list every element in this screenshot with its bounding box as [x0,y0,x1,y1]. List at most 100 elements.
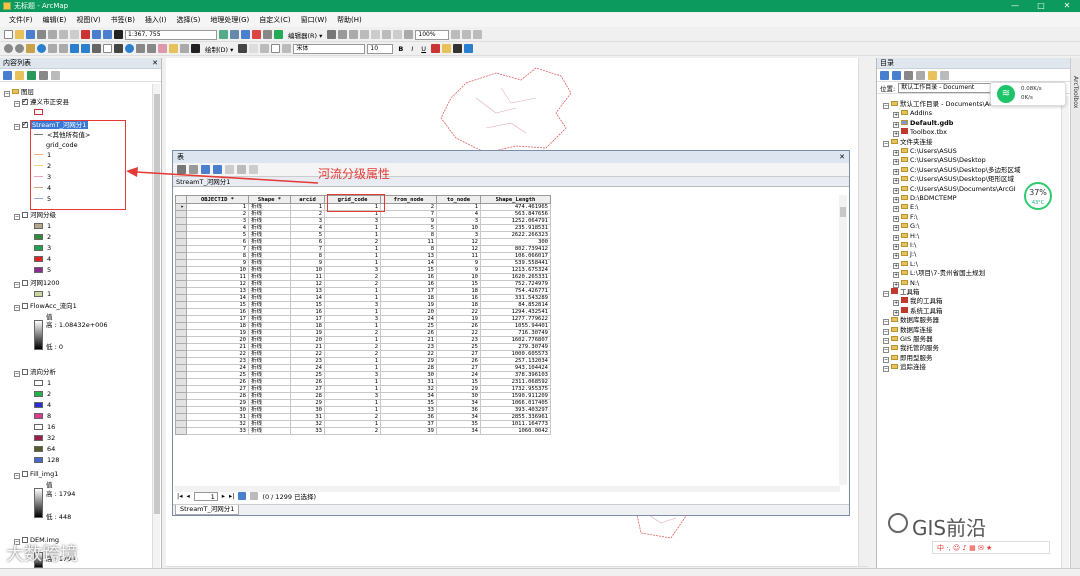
catalog-tree-item[interactable]: − 即用型服务 [883,354,933,363]
edit-tool-icon[interactable] [327,30,337,39]
row-selector[interactable]: ▸ [175,203,187,211]
table-cell[interactable]: 33 [380,406,437,414]
table-row[interactable]: 17 折线 17 3 24 19 1277.779622 [175,315,551,323]
table-cell[interactable]: 19 [186,329,249,337]
table-cell[interactable]: 1 [324,378,381,386]
row-selector[interactable] [175,273,187,281]
layout-tool-2-icon[interactable] [462,30,472,39]
table-cell[interactable]: 20 [380,308,437,316]
table-row[interactable]: 4 折线 4 1 5 10 235.918531 [175,224,551,232]
table-cell[interactable]: 378.396103 [480,371,551,379]
text-tool-icon[interactable] [271,44,281,53]
expand-icon[interactable]: − [883,319,889,326]
menu-windows[interactable]: 窗口(W) [296,15,332,25]
line-color-icon[interactable] [453,44,463,53]
home-icon[interactable] [916,70,925,80]
table-cell[interactable]: 15 [186,301,249,309]
ime-toolbar[interactable]: 中 ·, ☺ ♪ ▦ ✉ ★ [932,541,1050,554]
back-icon[interactable] [880,70,889,80]
fixed-zoom-in-icon[interactable] [48,44,57,53]
expand-icon[interactable]: + [893,121,899,128]
table-cell[interactable]: 15 [436,280,481,288]
draw-menu[interactable]: 绘制(D) ▾ [202,44,236,54]
table-row[interactable]: 21 折线 21 2 23 25 279.30749 [175,343,551,351]
table-cell[interactable]: 1252.064791 [480,217,551,225]
table-cell[interactable]: 1 [324,357,381,365]
col-to-node[interactable]: to_node [436,195,481,204]
table-cell[interactable]: 1 [324,308,381,316]
table-row[interactable]: 30 折线 30 1 33 36 393.403297 [175,406,551,414]
expand-icon[interactable]: − [883,347,889,354]
expand-icon[interactable]: + [893,168,899,175]
table-cell[interactable]: 3 [324,266,381,274]
table-cell[interactable]: 754.426771 [480,287,551,295]
table-cell[interactable]: 11 [186,273,249,281]
editor-menu[interactable]: 编辑器(R) ▾ [285,30,325,40]
catalog-tree-item[interactable]: + C:\Users\ASUS\Desktop\矩形区域 [893,175,1014,185]
table-cell[interactable]: 21 [290,343,325,351]
collapse-icon[interactable]: − [14,101,20,107]
table-row[interactable]: 18 折线 18 1 25 26 1055.94401 [175,322,551,330]
table-cell[interactable]: 20 [290,336,325,344]
expand-icon[interactable]: + [893,244,899,250]
table-cell[interactable]: 1 [324,245,381,253]
table-cell[interactable]: 19 [290,329,325,337]
table-cell[interactable]: 7 [186,245,249,253]
table-cell[interactable]: 9 [436,266,481,274]
expand-icon[interactable]: + [893,206,899,213]
catalog-tree-item[interactable]: + 系统工具箱 [893,306,943,316]
layout-tool-icon[interactable] [451,30,461,39]
table-row[interactable]: 6 折线 6 2 11 12 300 [175,238,551,246]
collapse-icon[interactable]: − [14,473,20,479]
table-cell[interactable]: 33 [290,427,325,435]
map-vertical-scrollbar[interactable] [858,58,868,566]
editor-toolbar-icon[interactable] [219,30,228,39]
menu-edit[interactable]: 编辑(E) [38,15,72,25]
table-cell[interactable]: 2 [324,273,381,281]
expand-icon[interactable]: + [893,159,899,166]
python-icon[interactable] [263,30,272,39]
row-selector[interactable] [175,280,187,288]
catalog-tree-item[interactable]: + G:\ [893,222,919,232]
toc-layer-flowacc[interactable]: − FlowAcc_流向1 [14,302,77,311]
table-row[interactable]: 28 折线 28 3 34 30 1590.911209 [175,392,551,400]
table-cell[interactable]: 24 [290,364,325,372]
table-cell[interactable]: 1213.675324 [480,266,551,274]
zoom-in-icon[interactable] [4,44,13,53]
col-arcid[interactable]: arcid [290,195,325,204]
table-cell[interactable]: 3 [436,217,481,225]
full-extent-icon[interactable] [37,44,46,53]
table-cell[interactable]: 1 [324,287,381,295]
table-cell[interactable]: 32 [290,420,325,428]
table-cell[interactable]: 22 [380,350,437,358]
table-cell[interactable]: 1 [324,252,381,260]
table-cell[interactable]: 279.30749 [480,343,551,351]
table-cell[interactable]: 26 [380,329,437,337]
table-cell[interactable]: 23 [290,357,325,365]
table-cell[interactable]: 折线 [248,413,291,421]
add-data-icon[interactable] [114,30,123,39]
table-cell[interactable]: 26 [436,357,481,365]
table-cell[interactable]: 16 [290,308,325,316]
table-cell[interactable]: 24 [380,315,437,323]
row-selector[interactable] [175,238,187,246]
catalog-tree-item[interactable]: − GIS 服务器 [883,335,933,344]
open-folder-icon[interactable] [15,30,24,39]
table-row[interactable]: 11 折线 11 2 16 10 1620.265331 [175,273,551,281]
table-row[interactable]: 15 折线 15 3 19 18 84.852814 [175,301,551,309]
table-cell[interactable]: 2 [324,238,381,246]
find-icon[interactable] [136,44,145,53]
fill-color-icon[interactable] [442,44,452,53]
table-cell[interactable]: 折线 [248,399,291,407]
table-cell[interactable]: 2 [324,329,381,337]
table-cell[interactable]: 折线 [248,252,291,260]
maximize-button[interactable]: □ [1028,0,1054,12]
row-selector[interactable] [175,252,187,260]
catalog-tree-item[interactable]: + H:\ [893,232,919,241]
create-viewer-icon[interactable] [191,44,200,53]
table-cell[interactable]: 2311.068592 [480,378,551,386]
table-cell[interactable]: 35 [380,399,437,407]
table-row[interactable]: 8 折线 8 1 13 11 106.066017 [175,252,551,260]
map-scale-select[interactable]: 1:367, 755 [125,29,217,40]
table-row[interactable]: 12 折线 12 2 16 15 752.724979 [175,280,551,288]
